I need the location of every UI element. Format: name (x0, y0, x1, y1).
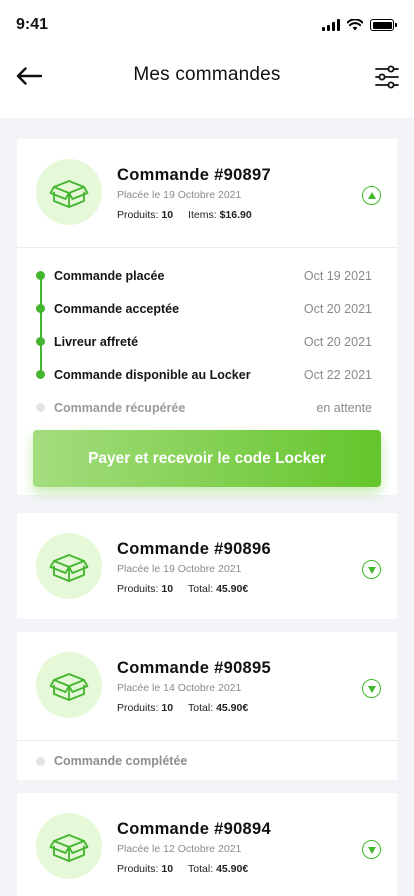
total-label: Total: (188, 702, 214, 714)
package-icon (49, 834, 89, 862)
chevron-down-icon (367, 685, 376, 693)
order-title: Commande #90896 (117, 540, 271, 558)
package-avatar (36, 159, 102, 225)
order-status-label: Commande complétée (54, 754, 188, 768)
timeline-step: Commande placée Oct 19 2021 (17, 259, 397, 292)
order-meta: Produits: 10 Items: $16.90 (117, 209, 252, 221)
package-icon (49, 673, 89, 701)
order-date: Placée le 19 Octobre 2021 (117, 563, 242, 575)
battery-icon (370, 19, 397, 31)
order-meta: Produits: 10 Total: 45.90€ (117, 702, 248, 714)
order-title: Commande #90895 (117, 659, 271, 677)
order-total: Total: 45.90€ (188, 702, 248, 714)
order-card: Commande #90896 Placée le 19 Octobre 202… (17, 513, 397, 619)
products-count: Produits: 10 (117, 209, 173, 221)
step-date: Oct 22 2021 (303, 367, 372, 382)
filter-button[interactable] (374, 64, 400, 90)
timeline-step: Commande disponible au Locker Oct 22 202… (17, 358, 397, 391)
total-value: 45.90€ (216, 702, 249, 714)
step-date: en attente (316, 400, 372, 415)
step-done-dot (36, 370, 45, 379)
status-time: 9:41 (16, 16, 49, 33)
order-date: Placée le 19 Octobre 2021 (117, 189, 242, 201)
timeline-step: Commande acceptée Oct 20 2021 (17, 292, 397, 325)
total-value: 45.90€ (216, 863, 249, 875)
package-icon (49, 180, 89, 208)
step-date: Oct 19 2021 (303, 268, 372, 283)
step-pending-dot (36, 403, 45, 412)
package-avatar (36, 533, 102, 599)
chevron-down-icon (367, 846, 376, 854)
order-timeline: Commande placée Oct 19 2021 Commande acc… (17, 248, 397, 424)
order-header[interactable]: Commande #90896 Placée le 19 Octobre 202… (17, 513, 397, 621)
expand-button[interactable] (362, 560, 381, 579)
step-done-dot (36, 271, 45, 280)
products-count: Produits: 10 (117, 583, 173, 595)
total-label: Items: (188, 209, 217, 221)
status-bar: 9:41 (0, 0, 414, 52)
step-done-dot (36, 337, 45, 346)
step-label: Commande acceptée (54, 301, 180, 316)
package-icon (49, 554, 89, 582)
status-dot (36, 757, 45, 766)
order-card: Commande #90897 Placée le 19 Octobre 202… (17, 139, 397, 495)
order-card: Commande #90894 Placée le 12 Octobre 202… (17, 793, 397, 896)
wifi-icon (347, 19, 363, 31)
order-header[interactable]: Commande #90895 Placée le 14 Octobre 202… (17, 632, 397, 740)
step-label: Commande disponible au Locker (54, 367, 251, 382)
products-label: Produits: (117, 863, 159, 875)
timeline-step: Livreur affreté Oct 20 2021 (17, 325, 397, 358)
status-icons (322, 19, 397, 31)
cellular-signal-icon (322, 19, 340, 31)
products-label: Produits: (117, 209, 159, 221)
products-count: Produits: 10 (117, 702, 173, 714)
products-label: Produits: (117, 702, 159, 714)
step-done-dot (36, 304, 45, 313)
total-label: Total: (188, 863, 214, 875)
order-header[interactable]: Commande #90897 Placée le 19 Octobre 202… (17, 139, 397, 247)
order-meta: Produits: 10 Total: 45.90€ (117, 863, 248, 875)
step-label: Commande récupérée (54, 400, 186, 415)
package-avatar (36, 813, 102, 879)
order-title: Commande #90897 (117, 166, 271, 184)
timeline-step: Commande récupérée en attente (17, 391, 397, 424)
order-header[interactable]: Commande #90894 Placée le 12 Octobre 202… (17, 793, 397, 896)
order-title: Commande #90894 (117, 820, 271, 838)
order-status-row: Commande complétée (17, 741, 397, 781)
total-value: 45.90€ (216, 583, 249, 595)
order-date: Placée le 14 Octobre 2021 (117, 682, 242, 694)
step-date: Oct 20 2021 (303, 334, 372, 349)
header: Mes commandes (0, 52, 414, 118)
expand-button[interactable] (362, 679, 381, 698)
total-value: $16.90 (219, 209, 252, 221)
order-date: Placée le 12 Octobre 2021 (117, 843, 242, 855)
order-card: Commande #90895 Placée le 14 Octobre 202… (17, 632, 397, 780)
products-value: 10 (161, 863, 174, 875)
products-value: 10 (161, 702, 174, 714)
products-label: Produits: (117, 583, 159, 595)
collapse-button[interactable] (362, 186, 381, 205)
pay-locker-code-button[interactable]: Payer et recevoir le code Locker (33, 430, 381, 487)
chevron-up-icon (367, 191, 376, 199)
sliders-icon (375, 65, 399, 89)
package-avatar (36, 652, 102, 718)
order-total: Total: 45.90€ (188, 583, 248, 595)
products-value: 10 (161, 209, 174, 221)
step-date: Oct 20 2021 (303, 301, 372, 316)
order-total: Total: 45.90€ (188, 863, 248, 875)
order-meta: Produits: 10 Total: 45.90€ (117, 583, 248, 595)
total-label: Total: (188, 583, 214, 595)
page-title: Mes commandes (133, 64, 281, 85)
products-value: 10 (161, 583, 174, 595)
chevron-down-icon (367, 566, 376, 574)
expand-button[interactable] (362, 840, 381, 859)
products-count: Produits: 10 (117, 863, 173, 875)
step-label: Livreur affreté (54, 334, 139, 349)
step-label: Commande placée (54, 268, 165, 283)
order-total: Items: $16.90 (188, 209, 252, 221)
